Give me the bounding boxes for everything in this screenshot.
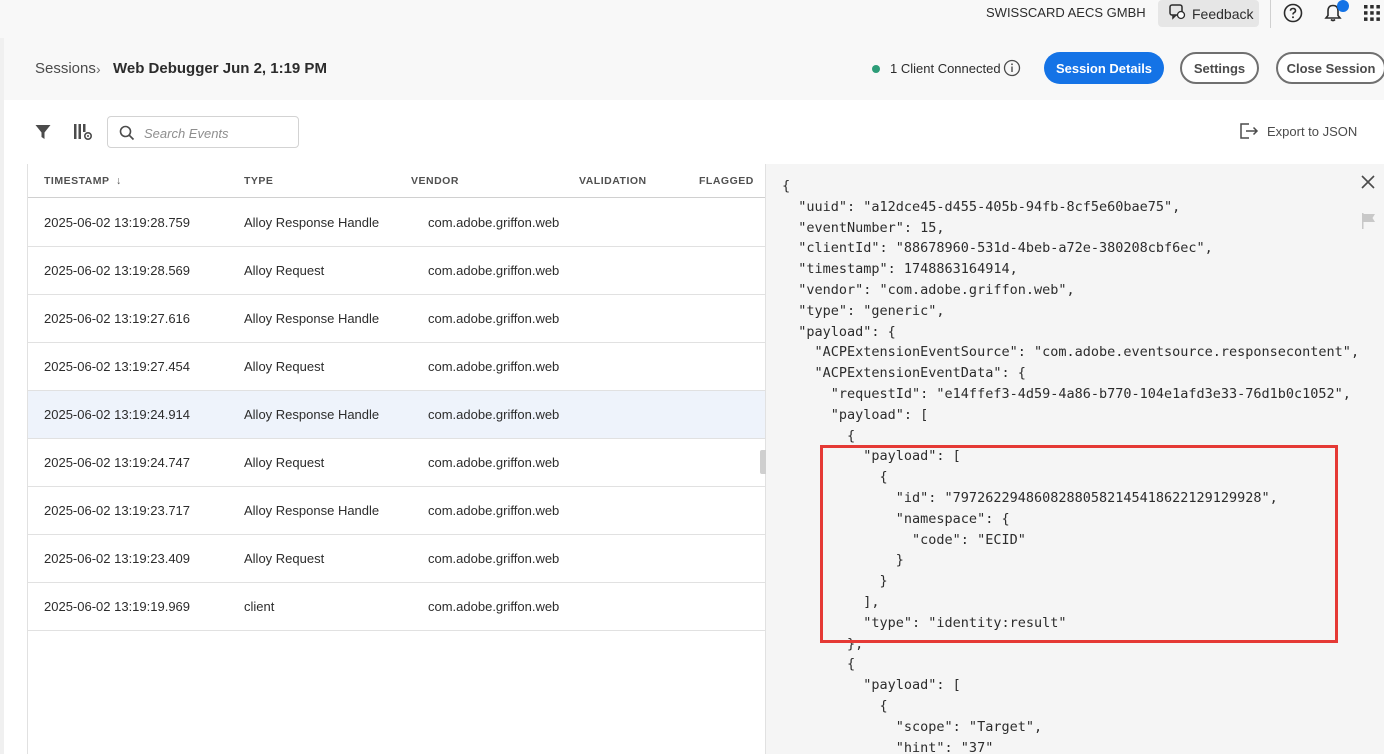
- org-name[interactable]: SWISSCARD AECS GMBH: [986, 5, 1146, 21]
- table-row[interactable]: 2025-06-02 13:19:27.616 Alloy Response Ha…: [28, 295, 766, 343]
- sort-arrow-icon[interactable]: ↓: [116, 175, 122, 187]
- cell-type: client: [244, 599, 275, 614]
- table-row[interactable]: 2025-06-02 13:19:28.569 Alloy Request com.…: [28, 247, 766, 295]
- table-header: TIMESTAMP ↓ TYPE VENDOR VALIDATION FLAGG…: [28, 164, 766, 198]
- feedback-icon: [1168, 3, 1186, 24]
- page-title: Web Debugger Jun 2, 1:19 PM: [113, 60, 327, 77]
- cell-vendor: com.adobe.griffon.web: [428, 551, 560, 566]
- connection-status-dot: [872, 65, 880, 73]
- search-field[interactable]: [107, 116, 299, 148]
- close-session-button[interactable]: Close Session: [1276, 52, 1384, 84]
- annotation-highlight-box: [820, 445, 1338, 643]
- json-line: "clientId": "88678960-531d-4beb-a72e-380…: [782, 240, 1213, 257]
- json-line: {: [782, 697, 888, 714]
- column-header-vendor[interactable]: VENDOR: [411, 175, 459, 187]
- table-row[interactable]: 2025-06-02 13:19:19.969 client com.adobe.g…: [28, 583, 766, 631]
- cell-vendor: com.adobe.griffon.web: [428, 407, 560, 422]
- json-line: {: [782, 427, 856, 444]
- breadcrumb-sessions[interactable]: Sessions: [35, 60, 96, 77]
- connection-status: 1 Client Connected: [890, 61, 1001, 76]
- cell-type: Alloy Response Handle: [244, 311, 380, 326]
- apps-grid-icon[interactable]: [1361, 2, 1383, 24]
- export-label: Export to JSON: [1267, 123, 1358, 139]
- cell-type: Alloy Response Handle: [244, 407, 380, 422]
- info-icon[interactable]: [1003, 59, 1021, 77]
- json-line: "scope": "Target",: [782, 718, 1043, 735]
- cell-type: Alloy Request: [244, 359, 325, 374]
- help-icon[interactable]: [1282, 2, 1304, 24]
- cell-timestamp: 2025-06-02 13:19:24.747: [44, 455, 191, 470]
- cell-type: Alloy Request: [244, 263, 325, 278]
- close-icon[interactable]: [1358, 172, 1378, 192]
- export-json-button[interactable]: Export to JSON: [1239, 122, 1357, 140]
- export-icon: [1240, 123, 1259, 139]
- column-header-flagged[interactable]: FLAGGED: [699, 175, 754, 187]
- column-header-validation[interactable]: VALIDATION: [579, 175, 647, 187]
- table-row[interactable]: 2025-06-02 13:19:23.409 Alloy Request com.…: [28, 535, 766, 583]
- feedback-button[interactable]: Feedback: [1158, 0, 1259, 27]
- json-line: {: [782, 656, 856, 673]
- cell-vendor: com.adobe.griffon.web: [428, 311, 560, 326]
- column-header-timestamp[interactable]: TIMESTAMP: [44, 175, 110, 187]
- table-row[interactable]: 2025-06-02 13:19:23.717 Alloy Response Ha…: [28, 487, 766, 535]
- cell-timestamp: 2025-06-02 13:19:28.759: [44, 215, 191, 230]
- json-line: "timestamp": 1748863164914,: [782, 261, 1018, 278]
- table-row[interactable]: 2025-06-02 13:19:24.747 Alloy Request com.…: [28, 439, 766, 487]
- cell-vendor: com.adobe.griffon.web: [428, 455, 560, 470]
- column-header-type[interactable]: TYPE: [244, 175, 273, 187]
- table-row[interactable]: 2025-06-02 13:19:28.759 Alloy Response Ha…: [28, 199, 766, 247]
- cell-type: Alloy Request: [244, 455, 325, 470]
- table-row[interactable]: 2025-06-02 13:19:27.454 Alloy Request com.…: [28, 343, 766, 391]
- events-table: TIMESTAMP ↓ TYPE VENDOR VALIDATION FLAGG…: [27, 164, 766, 754]
- cell-timestamp: 2025-06-02 13:19:19.969: [44, 599, 191, 614]
- json-line: "ACPExtensionEventData": {: [782, 365, 1026, 382]
- cell-type: Alloy Response Handle: [244, 503, 380, 518]
- search-input[interactable]: [144, 123, 294, 143]
- cell-timestamp: 2025-06-02 13:19:27.454: [44, 359, 191, 374]
- json-line: "hint": "37": [782, 739, 994, 754]
- json-line: "requestId": "e14ffef3-4d59-4a86-b770-10…: [782, 385, 1351, 402]
- cell-vendor: com.adobe.griffon.web: [428, 599, 560, 614]
- json-line: "type": "generic",: [782, 302, 945, 319]
- cell-timestamp: 2025-06-02 13:19:23.409: [44, 551, 191, 566]
- filter-icon[interactable]: [33, 122, 53, 142]
- json-line: {: [782, 178, 791, 194]
- cell-type: Alloy Request: [244, 551, 325, 566]
- flag-icon[interactable]: [1360, 212, 1378, 230]
- search-icon: [119, 125, 135, 141]
- breadcrumb-separator: ›: [96, 61, 101, 77]
- cell-vendor: com.adobe.griffon.web: [428, 503, 560, 518]
- column-settings-icon[interactable]: [73, 122, 93, 142]
- cell-timestamp: 2025-06-02 13:19:24.914: [44, 407, 191, 422]
- json-line: "payload": [: [782, 677, 961, 694]
- cell-type: Alloy Response Handle: [244, 215, 380, 230]
- cell-vendor: com.adobe.griffon.web: [428, 359, 560, 374]
- divider: [1270, 0, 1271, 28]
- left-rail: [0, 38, 4, 754]
- json-line: "ACPExtensionEventSource": "com.adobe.ev…: [782, 344, 1360, 361]
- json-line: "uuid": "a12dce45-d455-405b-94fb-8cf5e60…: [782, 198, 1181, 215]
- json-line: "eventNumber": 15,: [782, 219, 945, 236]
- cell-timestamp: 2025-06-02 13:19:27.616: [44, 311, 191, 326]
- json-line: "payload": [: [782, 406, 929, 423]
- feedback-label: Feedback: [1192, 5, 1254, 22]
- json-line: "payload": {: [782, 323, 896, 340]
- cell-vendor: com.adobe.griffon.web: [428, 263, 560, 278]
- table-row[interactable]: 2025-06-02 13:19:24.914 Alloy Response Ha…: [28, 391, 766, 439]
- notification-badge: [1337, 0, 1349, 12]
- cell-vendor: com.adobe.griffon.web: [428, 215, 560, 230]
- settings-button[interactable]: Settings: [1180, 52, 1259, 84]
- cell-timestamp: 2025-06-02 13:19:28.569: [44, 263, 191, 278]
- json-line: "vendor": "com.adobe.griffon.web",: [782, 281, 1075, 298]
- cell-timestamp: 2025-06-02 13:19:23.717: [44, 503, 191, 518]
- session-details-button[interactable]: Session Details: [1044, 52, 1164, 84]
